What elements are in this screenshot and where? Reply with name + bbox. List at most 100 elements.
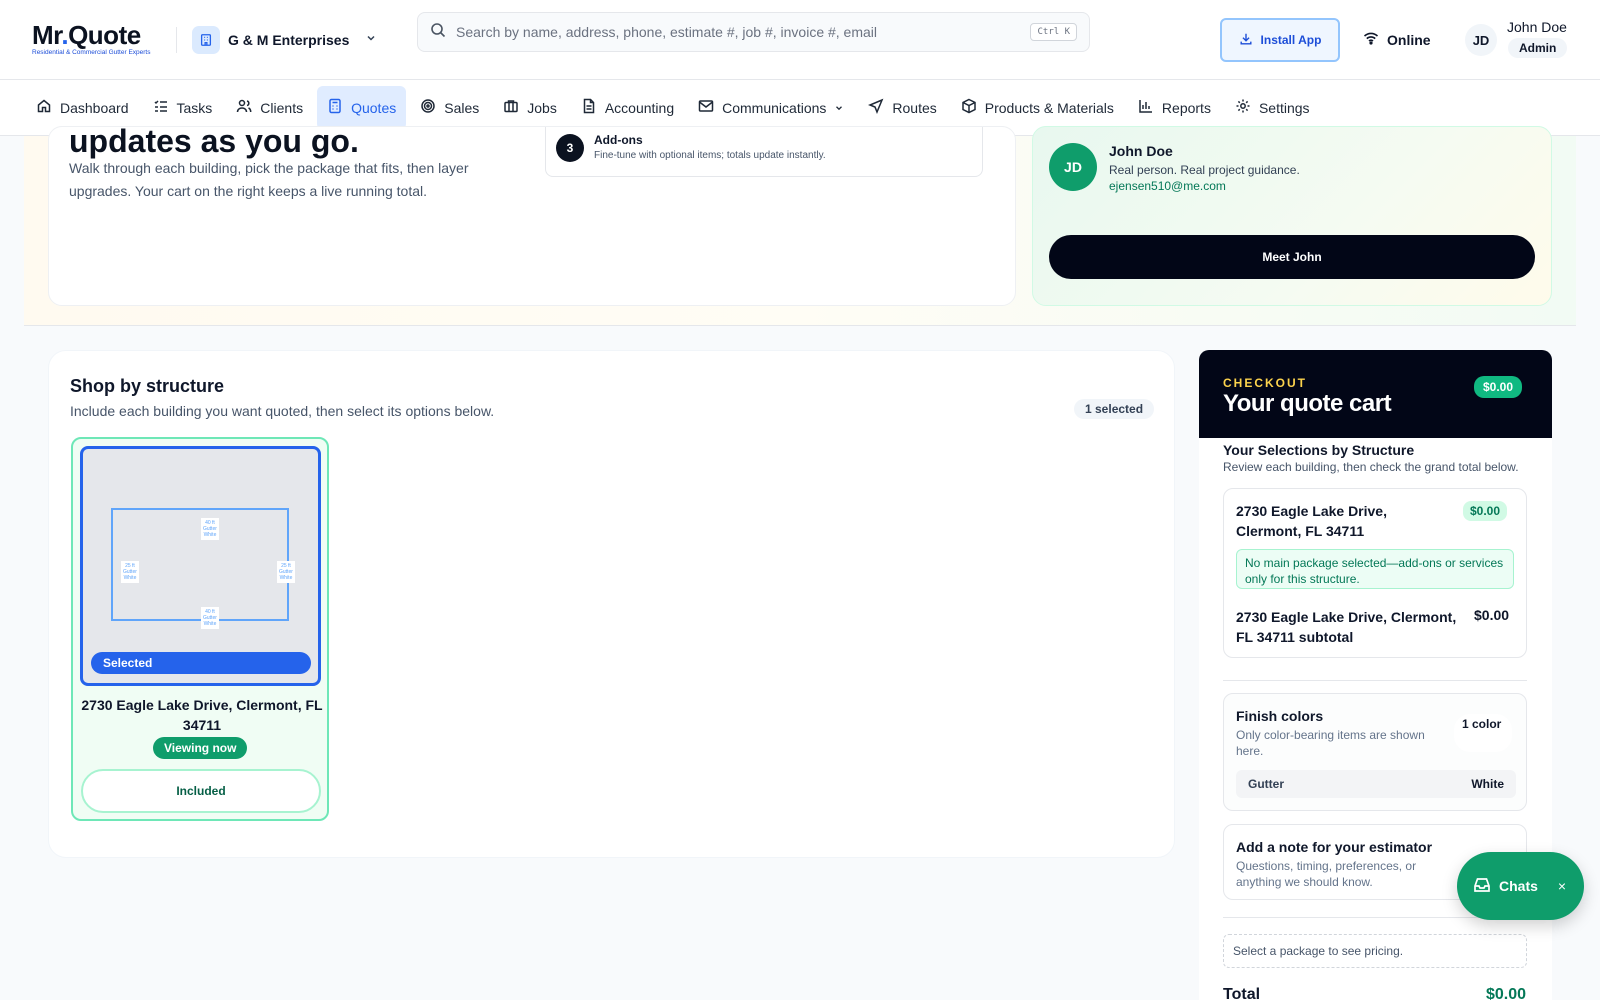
bar-chart-icon (1138, 98, 1154, 117)
user-role-badge: Admin (1508, 38, 1568, 58)
viewing-now-badge: Viewing now (153, 737, 248, 759)
color-row: Gutter White (1236, 770, 1516, 798)
gear-icon (1235, 98, 1251, 117)
nav-reports[interactable]: Reports (1128, 86, 1221, 130)
list-icon (153, 98, 169, 117)
calculator-icon (327, 98, 343, 117)
close-icon[interactable]: × (1558, 878, 1566, 894)
wifi-icon (1363, 30, 1379, 49)
nav-dashboard[interactable]: Dashboard (26, 86, 139, 130)
cart-kicker: CHECKOUT (1223, 376, 1307, 390)
nav-label: Quotes (351, 99, 397, 116)
nav-tasks[interactable]: Tasks (143, 86, 223, 130)
divider (1223, 680, 1527, 681)
chevron-down-icon (365, 31, 377, 49)
mail-icon (698, 98, 714, 117)
nav-label: Clients (260, 99, 304, 116)
logo-wordmark: Mr.Quote (32, 20, 141, 50)
search-bar[interactable]: Search by name, address, phone, estimate… (417, 12, 1090, 52)
inbox-icon (1473, 876, 1491, 897)
included-toggle-button[interactable]: Included (81, 769, 321, 813)
keyboard-shortcut-hint: Ctrl K (1030, 23, 1077, 41)
color-value: White (1471, 777, 1504, 791)
nav-label: Reports (1161, 99, 1211, 116)
nav-accounting[interactable]: Accounting (571, 86, 684, 130)
chevron-down-icon (834, 100, 844, 116)
hero-description: Walk through each building, pick the pac… (69, 160, 469, 199)
step-description: Fine-tune with optional items; totals up… (594, 150, 826, 161)
building-icon (192, 26, 220, 54)
divider (176, 27, 177, 53)
finish-colors-panel: Finish colors Only color-bearing items a… (1223, 693, 1527, 811)
nav-quotes[interactable]: Quotes (317, 85, 407, 130)
top-bar: Mr.Quote Residential & Commercial Gutter… (0, 0, 1600, 80)
cart-structure-summary: 2730 Eagle Lake Drive, Clermont, FL 3471… (1223, 488, 1527, 658)
note-subtitle: Questions, timing, preferences, or anyth… (1236, 859, 1417, 889)
chats-button[interactable]: Chats × (1457, 852, 1584, 920)
pricing-hint: Select a package to see pricing. (1223, 934, 1527, 968)
search-icon (430, 22, 446, 43)
rep-email-link[interactable]: ejensen510@me.com (1109, 179, 1226, 193)
section-subtitle: Include each building you want quoted, t… (70, 403, 495, 419)
total-value: $0.00 (1486, 986, 1527, 1000)
step-number: 3 (556, 134, 584, 162)
nav-label: Sales (444, 99, 480, 116)
nav-label: Dashboard (60, 99, 129, 116)
install-app-button[interactable]: Install App (1220, 18, 1340, 62)
nav-label: Routes (892, 99, 937, 116)
cart-title: Your quote cart (1223, 390, 1392, 417)
shop-by-structure-card: Shop by structure Include each building … (48, 350, 1175, 858)
structure-price-badge: $0.00 (1463, 501, 1508, 521)
gutter-segment-right: 25 ft Gutter White (277, 561, 295, 583)
company-name: G & M Enterprises (228, 32, 350, 48)
note-title: Add a note for your estimator (1236, 839, 1433, 855)
step-card: 3 Add-ons Fine-tune with optional items;… (545, 127, 983, 177)
no-package-notice: No main package selected—add-ons or serv… (1236, 549, 1514, 589)
structure-card[interactable]: 40 ft Gutter White 25 ft Gutter White 25 ft G… (71, 437, 329, 821)
nav-products-materials[interactable]: Products & Materials (951, 86, 1124, 130)
hero-section: updates as you go. Walk through each bui… (24, 126, 1576, 326)
nav-clients[interactable]: Clients (226, 86, 313, 130)
nav-label: Jobs (527, 99, 557, 116)
meet-rep-button[interactable]: Meet John (1049, 235, 1535, 279)
company-switcher[interactable]: G & M Enterprises (192, 25, 377, 55)
logo[interactable]: Mr.Quote Residential & Commercial Gutter… (32, 22, 151, 56)
avatar[interactable]: JD (1465, 24, 1497, 56)
download-icon (1239, 32, 1253, 49)
selections-title: Your Selections by Structure (1223, 442, 1415, 458)
cart-structure-address: 2730 Eagle Lake Drive, Clermont, FL 3471… (1236, 503, 1387, 539)
nav-label: Settings (1258, 99, 1310, 116)
install-app-label: Install App (1260, 33, 1322, 47)
nav-routes[interactable]: Routes (858, 86, 946, 130)
nav-jobs[interactable]: Jobs (493, 86, 567, 130)
nav-label: Products & Materials (984, 99, 1114, 116)
gutter-segment-top: 40 ft Gutter White (201, 518, 219, 540)
user-name[interactable]: John Doe (1507, 19, 1567, 35)
rep-name: John Doe (1109, 143, 1173, 159)
structure-address: 2730 Eagle Lake Drive, Clermont, FL 3471… (81, 697, 323, 733)
logo-tagline: Residential & Commercial Gutter Experts (32, 49, 151, 56)
rep-card: JD John Doe Real person. Real project gu… (1032, 126, 1552, 306)
nav-label: Accounting (604, 99, 675, 116)
target-icon (420, 98, 436, 117)
nav-label: Tasks (176, 99, 213, 116)
nav-settings[interactable]: Settings (1225, 86, 1320, 130)
connection-status: Online (1363, 30, 1431, 49)
color-item: Gutter (1248, 777, 1284, 791)
chats-label: Chats (1499, 878, 1538, 894)
nav-label: Communications (722, 99, 827, 116)
navigation-icon (868, 98, 884, 117)
structure-diagram[interactable]: 40 ft Gutter White 25 ft Gutter White 25 ft G… (80, 446, 321, 686)
color-count-badge: 1 color (1454, 714, 1512, 752)
file-icon (581, 98, 597, 117)
users-icon (236, 98, 252, 117)
selected-count-badge: 1 selected (1074, 399, 1155, 419)
nav-communications[interactable]: Communications (688, 86, 854, 130)
gutter-segment-bottom: 40 ft Gutter White (201, 607, 219, 629)
cart-header: CHECKOUT Your quote cart $0.00 (1199, 350, 1552, 438)
nav-sales[interactable]: Sales (410, 86, 489, 130)
finish-colors-subtitle: Only color-bearing items are shown here. (1236, 728, 1425, 758)
search-input[interactable]: Search by name, address, phone, estimate… (456, 24, 1030, 40)
section-title: Shop by structure (70, 376, 225, 396)
total-label: Total (1223, 986, 1261, 1000)
